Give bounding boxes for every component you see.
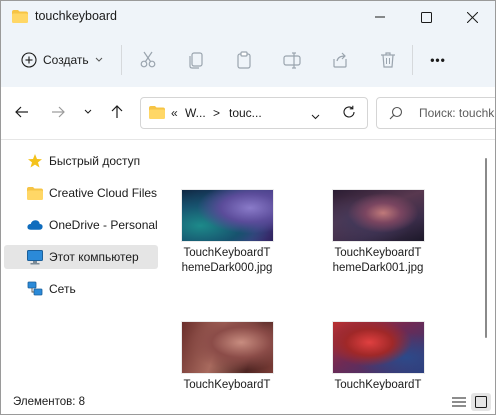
add-icon xyxy=(21,52,37,68)
search-icon xyxy=(389,106,403,123)
file-name-line: hemeDark000.jpg xyxy=(181,262,273,274)
create-label: Создать xyxy=(43,53,89,67)
file-name: TouchKeyboardT xyxy=(167,378,287,390)
sidebar-item-label: Быстрый доступ xyxy=(49,154,141,168)
sidebar-item-label: OneDrive - Personal xyxy=(49,218,158,232)
status-bar: Элементов: 8 xyxy=(1,390,495,414)
sidebar-item-label: Этот компьютер xyxy=(49,250,139,264)
sidebar-item-quick-access[interactable]: Быстрый доступ xyxy=(4,149,158,173)
address-history-button[interactable] xyxy=(311,109,320,123)
refresh-button[interactable] xyxy=(342,105,356,122)
file-item[interactable]: TouchKeyboardT hemeDark000.jpg xyxy=(167,190,287,276)
cut-icon xyxy=(140,51,156,68)
delete-icon xyxy=(381,52,395,68)
item-count: Элементов: 8 xyxy=(13,396,86,408)
refresh-icon xyxy=(343,105,355,118)
file-item[interactable]: TouchKeyboardT xyxy=(167,322,287,390)
file-name-line: hemeDark001.jpg xyxy=(332,262,424,274)
close-button[interactable] xyxy=(449,1,495,33)
forward-button[interactable] xyxy=(47,101,69,123)
copy-icon xyxy=(189,52,203,69)
arrow-up-icon xyxy=(111,105,123,118)
breadcrumb-item[interactable]: touc... xyxy=(229,106,262,120)
close-icon xyxy=(466,11,478,23)
more-icon: ••• xyxy=(430,53,446,67)
arrow-right-icon xyxy=(52,106,65,118)
minimize-icon xyxy=(375,16,385,18)
folder-icon xyxy=(12,10,28,23)
sidebar-item-label: Сеть xyxy=(49,282,76,296)
breadcrumb-item[interactable]: W... xyxy=(185,106,206,120)
chevron-down-icon xyxy=(311,114,320,120)
file-name: TouchKeyboardT hemeDark000.jpg xyxy=(167,246,287,276)
breadcrumb-overflow[interactable]: « xyxy=(171,106,178,120)
maximize-button[interactable] xyxy=(403,1,449,33)
folder-icon xyxy=(27,185,43,201)
file-item[interactable]: TouchKeyboardT hemeDark001.jpg xyxy=(318,190,438,276)
up-button[interactable] xyxy=(106,101,128,123)
create-button[interactable]: Создать xyxy=(15,47,109,73)
chevron-down-icon xyxy=(95,57,102,62)
image-thumbnail xyxy=(181,322,273,373)
file-name-line: TouchKeyboardT xyxy=(334,247,422,259)
large-icons-view-icon xyxy=(475,396,487,408)
back-button[interactable] xyxy=(11,101,33,123)
cut-button[interactable] xyxy=(136,48,160,72)
file-name-line: TouchKeyboardT xyxy=(334,379,422,390)
image-thumbnail xyxy=(332,190,424,241)
recent-locations-button[interactable] xyxy=(77,101,99,123)
more-options-button[interactable]: ••• xyxy=(426,48,450,72)
sidebar-item-this-pc[interactable]: Этот компьютер xyxy=(4,245,158,269)
rename-button[interactable] xyxy=(280,48,304,72)
file-name: TouchKeyboardT hemeDark001.jpg xyxy=(318,246,438,276)
file-name: TouchKeyboardT xyxy=(318,378,438,390)
maximize-icon xyxy=(420,11,432,23)
address-bar[interactable]: « W... > touc... xyxy=(140,97,368,129)
computer-icon xyxy=(27,249,43,265)
scrollbar-thumb[interactable] xyxy=(485,158,487,338)
file-name-line: TouchKeyboardT xyxy=(183,379,271,390)
navigation-bar: « W... > touc... Поиск: touchk xyxy=(1,87,495,140)
arrow-left-icon xyxy=(15,106,28,118)
command-bar: Создать ••• xyxy=(1,33,495,87)
minimize-button[interactable] xyxy=(357,1,403,33)
image-thumbnail xyxy=(181,190,273,241)
sidebar-item-network[interactable]: Сеть xyxy=(4,277,158,301)
file-name-line: TouchKeyboardT xyxy=(183,247,271,259)
cloud-icon xyxy=(27,217,43,233)
paste-icon xyxy=(237,51,251,69)
folder-icon xyxy=(149,106,165,122)
sidebar-item-onedrive[interactable]: OneDrive - Personal xyxy=(4,213,158,237)
share-icon xyxy=(333,52,347,68)
file-explorer-window: touchkeyboard Создать ••• « W... > touc.… xyxy=(0,0,496,415)
network-icon xyxy=(27,281,43,297)
search-input[interactable]: Поиск: touchk xyxy=(376,97,495,129)
share-button[interactable] xyxy=(328,48,352,72)
vertical-scrollbar[interactable] xyxy=(479,140,495,390)
navigation-pane: Быстрый доступ Creative Cloud Files OneD… xyxy=(1,140,161,390)
search-placeholder: Поиск: touchk xyxy=(419,106,495,120)
rename-icon xyxy=(283,52,301,69)
sidebar-item-creative-cloud[interactable]: Creative Cloud Files xyxy=(4,181,158,205)
file-list: TouchKeyboardT hemeDark000.jpg TouchKeyb… xyxy=(161,140,495,390)
chevron-down-icon xyxy=(84,109,92,114)
large-icons-view-button[interactable] xyxy=(471,393,491,411)
sidebar-item-label: Creative Cloud Files xyxy=(49,186,158,200)
paste-button[interactable] xyxy=(232,48,256,72)
details-view-button[interactable] xyxy=(449,393,469,411)
delete-button[interactable] xyxy=(376,48,400,72)
details-view-icon xyxy=(452,397,466,407)
toolbar-separator xyxy=(412,45,413,75)
file-item[interactable]: TouchKeyboardT xyxy=(318,322,438,390)
image-thumbnail xyxy=(332,322,424,373)
copy-button[interactable] xyxy=(184,48,208,72)
toolbar-separator xyxy=(121,45,122,75)
window-title: touchkeyboard xyxy=(35,9,118,23)
title-bar: touchkeyboard xyxy=(1,1,495,33)
star-icon xyxy=(27,153,43,169)
breadcrumb-separator[interactable]: > xyxy=(213,106,220,120)
